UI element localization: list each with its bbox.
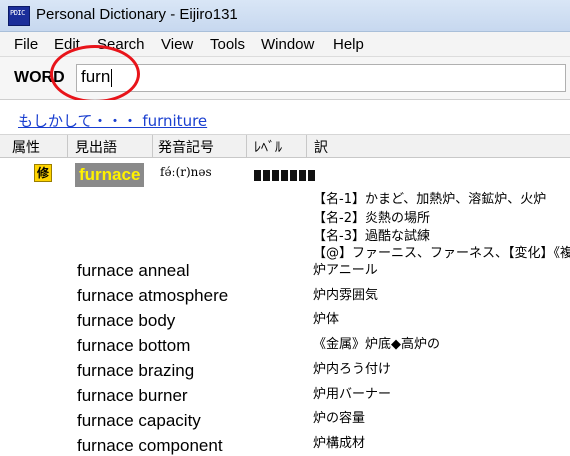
level-block xyxy=(308,170,315,181)
definition-line: 【名-2】炎熱の場所 xyxy=(313,211,430,226)
entry-word[interactable]: furnace body xyxy=(77,311,175,331)
selected-headword[interactable]: furnace xyxy=(75,163,145,187)
app-icon: PDIC xyxy=(8,6,30,26)
menu-help[interactable]: Help xyxy=(333,36,364,53)
level-block xyxy=(263,170,270,181)
title-bar: PDIC Personal Dictionary - Eijiro131 xyxy=(0,0,570,32)
suggestion-bar: もしかして・・・ furniture xyxy=(0,100,570,135)
search-input[interactable]: furn xyxy=(76,64,566,92)
level-block xyxy=(281,170,288,181)
column-attribute[interactable]: 属性 xyxy=(12,137,40,156)
entry-word[interactable]: furnace atmosphere xyxy=(77,286,228,306)
suggestion-link[interactable]: もしかして・・・ furniture xyxy=(18,110,207,131)
level-block xyxy=(290,170,297,181)
entry-word[interactable]: furnace capacity xyxy=(77,411,201,431)
entry-translation: 炉アニール xyxy=(313,263,378,278)
menu-view[interactable]: View xyxy=(161,36,193,53)
menu-window[interactable]: Window xyxy=(261,36,314,53)
entry-translation: 炉体 xyxy=(313,312,340,327)
level-block xyxy=(299,170,306,181)
entry-translation: 炉内ろう付け xyxy=(313,362,392,377)
entry-translation: 炉内雰囲気 xyxy=(313,288,379,303)
column-level[interactable]: ﾚﾍﾞﾙ xyxy=(254,137,282,156)
app-icon-label: PDIC xyxy=(10,9,25,17)
column-divider[interactable] xyxy=(306,135,307,157)
window-title: Personal Dictionary - Eijiro131 xyxy=(36,6,238,23)
entry-translation: 炉構成材 xyxy=(313,436,366,451)
entry-word[interactable]: furnace burner xyxy=(77,386,188,406)
column-translation[interactable]: 訳 xyxy=(314,137,328,156)
column-divider[interactable] xyxy=(246,135,247,157)
entry-word[interactable]: furnace component xyxy=(77,436,223,456)
column-pronunciation[interactable]: 発音記号 xyxy=(158,137,214,156)
annotation-circle xyxy=(50,45,140,103)
menu-tools[interactable]: Tools xyxy=(210,36,245,53)
attribute-badge: 修 xyxy=(34,164,52,182)
entry-word[interactable]: furnace brazing xyxy=(77,361,194,381)
level-indicator xyxy=(254,166,317,181)
column-headword[interactable]: 見出語 xyxy=(75,137,117,156)
entry-word[interactable]: furnace anneal xyxy=(77,261,189,281)
level-block xyxy=(272,170,279,181)
menu-file[interactable]: File xyxy=(14,36,38,53)
level-block xyxy=(254,170,261,181)
column-header: 属性 見出語 発音記号 ﾚﾍﾞﾙ 訳 xyxy=(0,135,570,158)
definition-line: 【名-1】かまど、加熱炉、溶鉱炉、火炉 xyxy=(313,192,547,207)
entry-translation: 炉の容量 xyxy=(313,411,366,426)
column-divider[interactable] xyxy=(67,135,68,157)
entry-translation: 《金属》炉底◆高炉の xyxy=(313,337,440,352)
entry-translation: 炉用バーナー xyxy=(313,387,392,402)
pronunciation: fə́ː(r)nəs xyxy=(160,165,212,179)
column-divider[interactable] xyxy=(152,135,153,157)
entry-word[interactable]: furnace bottom xyxy=(77,336,190,356)
